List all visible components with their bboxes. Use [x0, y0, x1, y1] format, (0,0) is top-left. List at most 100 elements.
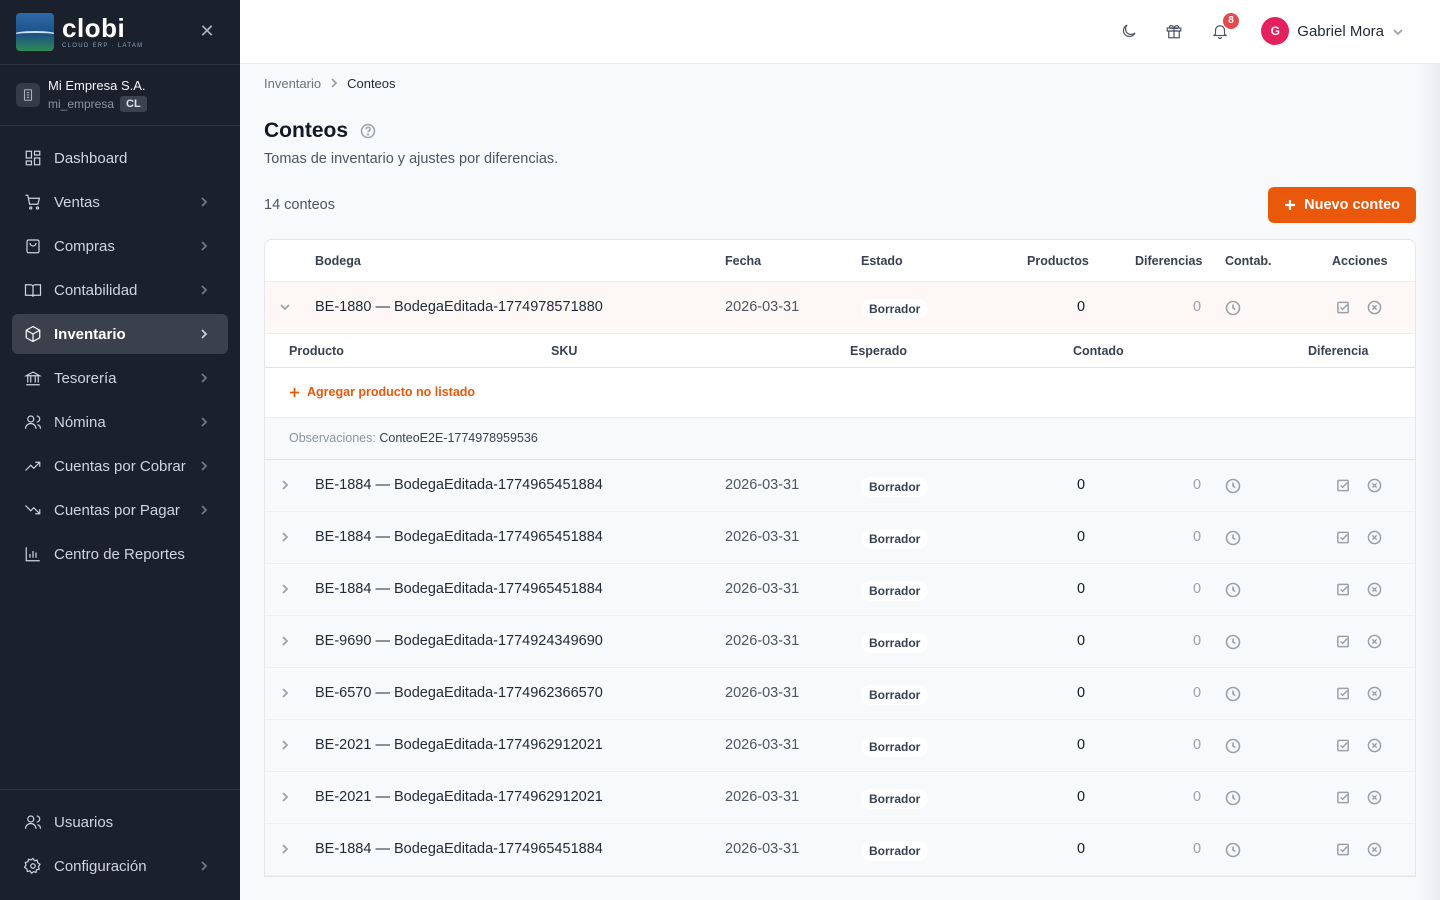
- cell-fecha: 2026-03-31: [725, 299, 800, 315]
- sidebar-item-compras[interactable]: Compras: [12, 226, 228, 266]
- chevron-right-icon[interactable]: [279, 843, 293, 857]
- clock-icon: [1225, 582, 1241, 598]
- cell-diferencias: 0: [1193, 685, 1202, 701]
- box-icon: [24, 325, 42, 343]
- table-row[interactable]: BE-6570 — BodegaEditada-1774962366570 202…: [265, 668, 1415, 720]
- table-row[interactable]: BE-1884 — BodegaEditada-1774965451884 202…: [265, 824, 1415, 876]
- sidebar-item-label: Configuración: [54, 857, 147, 875]
- help-question-icon[interactable]: [360, 123, 376, 139]
- shopping-bag-icon: [24, 237, 42, 255]
- clock-icon: [1225, 686, 1241, 702]
- sidebar-item-configuracion[interactable]: Configuración: [12, 846, 228, 886]
- chevron-right-icon[interactable]: [279, 739, 293, 753]
- sidebar-item-label: Nómina: [54, 413, 106, 431]
- cell-bodega: BE-6570 — BodegaEditada-1774962366570: [315, 685, 603, 701]
- sidebar-item-tesoreria[interactable]: Tesorería: [12, 358, 228, 398]
- bar-chart-icon: [24, 545, 42, 563]
- sidebar-item-dashboard[interactable]: Dashboard: [12, 138, 228, 178]
- chevron-right-icon[interactable]: [279, 583, 293, 597]
- page-subtitle: Tomas de inventario y ajustes por difere…: [264, 151, 559, 167]
- new-count-button[interactable]: Nuevo conteo: [1268, 187, 1416, 223]
- add-unlisted-product-link[interactable]: Agregar producto no listado: [289, 385, 475, 399]
- cell-productos: 0: [1077, 789, 1086, 805]
- table-row[interactable]: BE-9690 — BodegaEditada-1774924349690 202…: [265, 616, 1415, 668]
- clock-icon: [1225, 634, 1241, 650]
- sidebar-item-nomina[interactable]: Nómina: [12, 402, 228, 442]
- column-header-productos[interactable]: Productos: [1027, 254, 1089, 268]
- confirm-count-icon[interactable]: [1336, 300, 1352, 316]
- confirm-count-icon[interactable]: [1336, 478, 1352, 494]
- observations-label: Observaciones:: [289, 431, 376, 445]
- cancel-count-icon[interactable]: [1367, 530, 1383, 546]
- cell-bodega: BE-2021 — BodegaEditada-1774962912021: [315, 737, 603, 753]
- confirm-count-icon[interactable]: [1336, 634, 1352, 650]
- sidebar-item-label: Contabilidad: [54, 281, 138, 299]
- status-badge: Borrador: [861, 477, 929, 497]
- plus-icon: [289, 387, 300, 397]
- detail-header-contado: Contado: [1073, 344, 1124, 358]
- close-sidebar-icon[interactable]: ✕: [198, 22, 216, 40]
- breadcrumb-parent-link[interactable]: Inventario: [264, 76, 321, 91]
- chevron-down-icon[interactable]: [279, 301, 293, 315]
- confirm-count-icon[interactable]: [1336, 790, 1352, 806]
- building-icon: [16, 83, 40, 107]
- confirm-count-icon[interactable]: [1336, 738, 1352, 754]
- book-icon: [24, 281, 42, 299]
- chevron-right-icon[interactable]: [279, 479, 293, 493]
- chevron-right-icon: [198, 239, 212, 253]
- clock-icon: [1225, 300, 1241, 316]
- confirm-count-icon[interactable]: [1336, 686, 1352, 702]
- table-row[interactable]: BE-1884 — BodegaEditada-1774965451884 202…: [265, 512, 1415, 564]
- confirm-count-icon[interactable]: [1336, 842, 1352, 858]
- column-header-fecha[interactable]: Fecha: [725, 254, 761, 268]
- column-header-contab[interactable]: Contab.: [1225, 254, 1272, 268]
- clock-icon: [1225, 530, 1241, 546]
- cancel-count-icon[interactable]: [1367, 478, 1383, 494]
- sidebar-item-centro-de-reportes[interactable]: Centro de Reportes: [12, 534, 228, 574]
- sidebar-item-cuentas-por-cobrar[interactable]: Cuentas por Cobrar: [12, 446, 228, 486]
- column-header-estado[interactable]: Estado: [861, 254, 903, 268]
- users-icon: [24, 413, 42, 431]
- sidebar-item-inventario[interactable]: Inventario: [12, 314, 228, 354]
- confirm-count-icon[interactable]: [1336, 582, 1352, 598]
- cell-diferencias: 0: [1193, 299, 1202, 315]
- cancel-count-icon[interactable]: [1367, 790, 1383, 806]
- sidebar-item-ventas[interactable]: Ventas: [12, 182, 228, 222]
- sidebar-item-cuentas-por-pagar[interactable]: Cuentas por Pagar: [12, 490, 228, 530]
- user-menu[interactable]: G Gabriel Mora: [1261, 17, 1404, 45]
- dark-mode-moon-icon[interactable]: [1120, 22, 1140, 42]
- sidebar-item-label: Centro de Reportes: [54, 545, 185, 563]
- cell-diferencias: 0: [1193, 633, 1202, 649]
- cancel-count-icon[interactable]: [1367, 738, 1383, 754]
- cell-diferencias: 0: [1193, 529, 1202, 545]
- confirm-count-icon[interactable]: [1336, 530, 1352, 546]
- cell-fecha: 2026-03-31: [725, 633, 800, 649]
- gift-icon[interactable]: [1165, 22, 1185, 42]
- table-row[interactable]: BE-2021 — BodegaEditada-1774962912021 202…: [265, 772, 1415, 824]
- column-header-bodega[interactable]: Bodega: [315, 254, 361, 268]
- cancel-count-icon[interactable]: [1367, 686, 1383, 702]
- table-body: BE-1880 — BodegaEditada-1774978571880 202…: [265, 282, 1415, 876]
- chevron-right-icon[interactable]: [279, 687, 293, 701]
- cancel-count-icon[interactable]: [1367, 634, 1383, 650]
- status-badge: Borrador: [861, 841, 929, 861]
- table-header: Bodega Fecha Estado Productos Diferencia…: [265, 240, 1415, 282]
- notifications-bell-icon[interactable]: 8: [1211, 13, 1239, 42]
- chevron-right-icon[interactable]: [279, 531, 293, 545]
- clock-icon: [1225, 738, 1241, 754]
- column-header-diferencias[interactable]: Diferencias: [1135, 254, 1202, 268]
- sidebar-item-usuarios[interactable]: Usuarios: [12, 802, 228, 842]
- cancel-count-icon[interactable]: [1367, 300, 1383, 316]
- cancel-count-icon[interactable]: [1367, 582, 1383, 598]
- chevron-right-icon[interactable]: [279, 791, 293, 805]
- table-row[interactable]: BE-1880 — BodegaEditada-1774978571880 202…: [265, 282, 1415, 334]
- cancel-count-icon[interactable]: [1367, 842, 1383, 858]
- table-row[interactable]: BE-2021 — BodegaEditada-1774962912021 202…: [265, 720, 1415, 772]
- chevron-right-icon[interactable]: [279, 635, 293, 649]
- table-row[interactable]: BE-1884 — BodegaEditada-1774965451884 202…: [265, 460, 1415, 512]
- sidebar-item-contabilidad[interactable]: Contabilidad: [12, 270, 228, 310]
- company-switcher[interactable]: Mi Empresa S.A. mi_empresa CL: [0, 64, 240, 126]
- scroll-edge-shadow: [1416, 64, 1440, 900]
- cell-bodega: BE-1884 — BodegaEditada-1774965451884: [315, 477, 603, 493]
- table-row[interactable]: BE-1884 — BodegaEditada-1774965451884 202…: [265, 564, 1415, 616]
